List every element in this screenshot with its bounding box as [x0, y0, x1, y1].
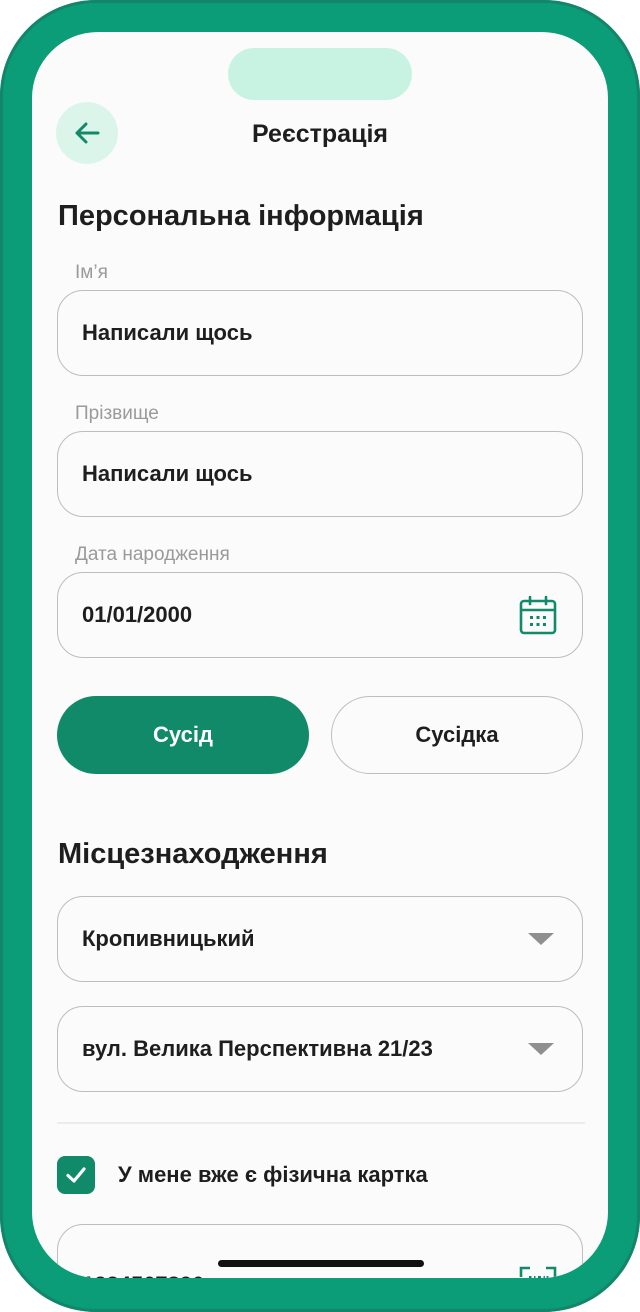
first-name-field[interactable]: Написали щось [57, 290, 583, 376]
first-name-label: Ім’я [75, 262, 108, 283]
card-number-field[interactable]: 1234567890 [57, 1224, 583, 1278]
barcode-scan-icon[interactable] [518, 1265, 558, 1278]
dynamic-island [228, 48, 412, 100]
chevron-down-icon [528, 1043, 554, 1055]
address-value: вул. Велика Перспективна 21/23 [82, 1036, 433, 1061]
last-name-value: Написали щось [82, 461, 253, 486]
personal-info-heading: Персональна інформація [58, 200, 424, 232]
gender-option-male[interactable]: Сусід [57, 696, 309, 774]
screen: Реєстрація Персональна інформація Ім’я Н… [32, 32, 608, 1278]
last-name-field[interactable]: Написали щось [57, 431, 583, 517]
birth-date-label: Дата народження [75, 544, 230, 565]
city-select[interactable]: Кропивницький [57, 896, 583, 982]
physical-card-label: У мене вже є фізична картка [118, 1162, 428, 1187]
home-indicator[interactable] [218, 1260, 424, 1267]
birth-date-value: 01/01/2000 [82, 602, 193, 627]
address-select[interactable]: вул. Велика Перспективна 21/23 [57, 1006, 583, 1092]
divider [57, 1122, 585, 1124]
last-name-label: Прізвище [75, 403, 159, 424]
city-value: Кропивницький [82, 926, 255, 951]
checkmark-icon [66, 1167, 86, 1183]
gender-option-female[interactable]: Сусідка [331, 696, 583, 774]
chevron-down-icon [528, 933, 554, 945]
card-number-value: 1234567890 [82, 1272, 518, 1278]
physical-card-checkbox[interactable] [57, 1156, 95, 1194]
page-title: Реєстрація [252, 120, 388, 148]
device-frame: Реєстрація Персональна інформація Ім’я Н… [0, 0, 640, 1312]
birth-date-field[interactable]: 01/01/2000 [57, 572, 583, 658]
calendar-icon[interactable] [518, 595, 558, 635]
first-name-value: Написали щось [82, 320, 253, 345]
location-heading: Місцезнаходження [58, 838, 328, 870]
